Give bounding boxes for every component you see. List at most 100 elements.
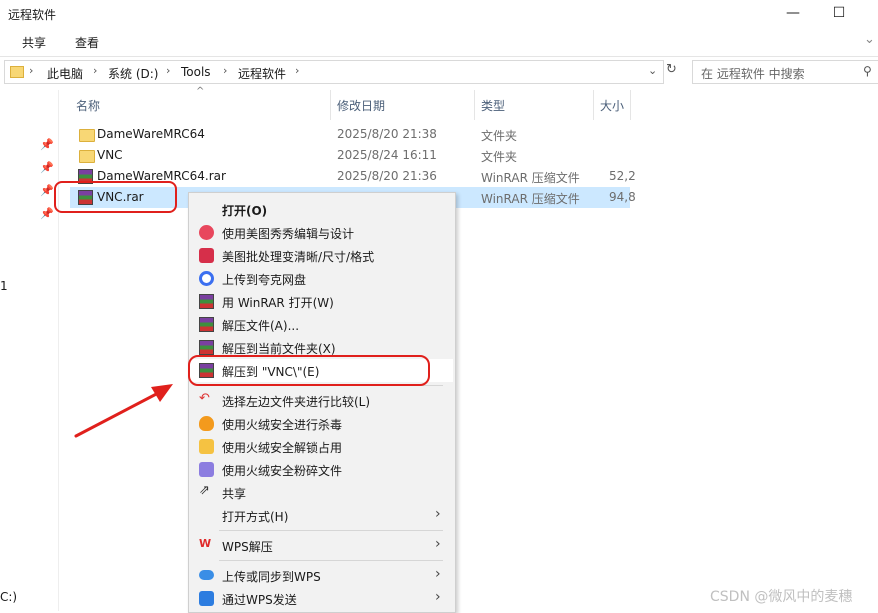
- maximize-button[interactable]: ☐: [816, 0, 862, 28]
- file-size: 94,8: [609, 190, 636, 204]
- menu-item-share[interactable]: ⇗ 共享: [189, 481, 453, 504]
- dropdown-icon[interactable]: ⌄: [648, 64, 657, 77]
- tab-view[interactable]: 查看: [75, 34, 99, 51]
- menu-item-extract-files[interactable]: 解压文件(A)...: [189, 313, 453, 336]
- sort-up-icon: ^: [196, 86, 205, 97]
- annotation-arrow-icon: [74, 384, 173, 438]
- menu-item-wps-send[interactable]: 通过WPS发送 ›: [189, 587, 453, 610]
- cloud-icon: [199, 570, 214, 580]
- pin-icon: 📌: [40, 207, 54, 220]
- ribbon-tabs: 共享 查看 ⌄: [0, 28, 878, 57]
- tab-share[interactable]: 共享: [22, 34, 46, 51]
- menu-item-label: 上传或同步到WPS: [222, 570, 321, 584]
- column-divider[interactable]: [474, 90, 475, 120]
- menu-item-label: 共享: [222, 487, 247, 501]
- menu-item-quark-upload[interactable]: 上传到夸克网盘: [189, 267, 453, 290]
- huorong-icon: [199, 416, 214, 431]
- title-bar: 远程软件 — ☐: [0, 0, 878, 28]
- menu-item-label: 美图批处理变清晰/尺寸/格式: [222, 250, 375, 264]
- column-divider[interactable]: [593, 90, 594, 120]
- chevron-right-icon: ›: [223, 64, 228, 77]
- context-menu: 打开(O) 使用美图秀秀编辑与设计 美图批处理变清晰/尺寸/格式 上传到夸克网盘…: [188, 192, 456, 613]
- menu-item-winrar-open[interactable]: 用 WinRAR 打开(W): [189, 290, 453, 313]
- wps-icon: W: [199, 537, 212, 550]
- menu-separator: [219, 560, 443, 561]
- menu-item-label: 上传到夸克网盘: [222, 273, 307, 287]
- file-date: 2025/8/20 21:36: [337, 169, 437, 183]
- column-type[interactable]: 类型: [481, 97, 505, 114]
- menu-item-wps-sync[interactable]: 上传或同步到WPS ›: [189, 564, 453, 587]
- chevron-right-icon: ›: [435, 506, 441, 522]
- winrar-icon: [199, 317, 214, 332]
- file-date: 2025/8/24 16:11: [337, 148, 437, 162]
- menu-item-compare[interactable]: ↶ 选择左边文件夹进行比较(L): [189, 389, 453, 412]
- crumb-tools[interactable]: Tools: [181, 65, 211, 79]
- chevron-right-icon: ›: [295, 64, 300, 77]
- column-divider[interactable]: [630, 90, 631, 120]
- search-box[interactable]: 在 远程软件 中搜索 ⚲: [692, 60, 878, 84]
- refresh-icon[interactable]: ↻: [666, 62, 677, 77]
- quark-icon: [199, 271, 214, 286]
- folder-icon: [79, 129, 95, 142]
- pin-icon: 📌: [40, 138, 54, 151]
- menu-item-label: 选择左边文件夹进行比较(L): [222, 395, 371, 409]
- menu-item-wps-extract[interactable]: W WPS解压 ›: [189, 534, 453, 557]
- address-bar[interactable]: › 此电脑 › 系统 (D:) › Tools › 远程软件 › ⌄: [4, 60, 664, 84]
- menu-item-meitu-edit[interactable]: 使用美图秀秀编辑与设计: [189, 221, 453, 244]
- menu-item-label: 打开(O): [222, 204, 268, 218]
- address-row: › 此电脑 › 系统 (D:) › Tools › 远程软件 › ⌄ ↻ 在 远…: [0, 58, 878, 88]
- winrar-icon: [199, 294, 214, 309]
- file-name: VNC: [97, 148, 123, 162]
- menu-item-open[interactable]: 打开(O): [189, 198, 453, 221]
- menu-item-label: 使用美图秀秀编辑与设计: [222, 227, 355, 241]
- menu-item-huorong-unlock[interactable]: 使用火绒安全解锁占用: [189, 435, 453, 458]
- compare-icon: ↶: [199, 391, 210, 406]
- column-divider[interactable]: [330, 90, 331, 120]
- nav-fragment[interactable]: C:): [0, 590, 17, 604]
- menu-item-huorong-scan[interactable]: 使用火绒安全进行杀毒: [189, 412, 453, 435]
- menu-item-label: 使用火绒安全进行杀毒: [222, 418, 343, 432]
- annotation-highlight-menu-item: [188, 355, 430, 386]
- menu-item-label: 使用火绒安全粉碎文件: [222, 464, 343, 478]
- pin-icon: 📌: [40, 184, 54, 197]
- nav-fragment[interactable]: 1: [0, 279, 8, 293]
- crumb-drive-d[interactable]: 系统 (D:): [108, 65, 158, 82]
- chevron-down-icon[interactable]: ⌄: [864, 32, 875, 47]
- menu-item-label: 通过WPS发送: [222, 593, 297, 607]
- search-icon[interactable]: ⚲: [863, 64, 872, 78]
- menu-item-huorong-shred[interactable]: 使用火绒安全粉碎文件: [189, 458, 453, 481]
- menu-item-label: 使用火绒安全解锁占用: [222, 441, 343, 455]
- file-row[interactable]: VNC 2025/8/24 16:11 文件夹: [70, 145, 630, 166]
- minimize-button[interactable]: —: [770, 0, 816, 28]
- column-date[interactable]: 修改日期: [337, 97, 385, 114]
- crumb-this-pc[interactable]: 此电脑: [47, 65, 83, 82]
- search-input[interactable]: 在 远程软件 中搜索: [701, 65, 805, 82]
- file-type: 文件夹: [481, 150, 518, 164]
- unlock-folder-icon: [199, 439, 214, 454]
- file-date: 2025/8/20 21:38: [337, 127, 437, 141]
- file-type: 文件夹: [481, 129, 518, 143]
- menu-item-label: 打开方式(H): [222, 510, 289, 524]
- column-size[interactable]: 大小: [600, 97, 624, 114]
- chevron-right-icon: ›: [435, 536, 441, 552]
- folder-icon: [10, 66, 24, 78]
- chevron-right-icon: ›: [435, 589, 441, 605]
- annotation-highlight-file: [54, 181, 177, 213]
- chevron-right-icon: ›: [166, 64, 171, 77]
- menu-item-label: 解压文件(A)...: [222, 319, 300, 333]
- column-name[interactable]: 名称: [76, 97, 100, 114]
- menu-separator: [219, 530, 443, 531]
- file-size: 52,2: [609, 169, 636, 183]
- navigation-pane: 📌 📌 📌 📌 1 C:): [0, 90, 59, 611]
- crumb-remote-software[interactable]: 远程软件: [238, 65, 286, 82]
- menu-item-label: 用 WinRAR 打开(W): [222, 296, 334, 310]
- menu-item-label: WPS解压: [222, 540, 273, 554]
- chevron-right-icon: ›: [93, 64, 98, 77]
- file-row[interactable]: DameWareMRC64 2025/8/20 21:38 文件夹: [70, 124, 630, 145]
- winrar-icon: [199, 340, 214, 355]
- share-icon: ⇗: [199, 483, 210, 498]
- menu-item-open-with[interactable]: 打开方式(H) ›: [189, 504, 453, 527]
- meitu-batch-icon: [199, 248, 214, 263]
- menu-item-meitu-batch[interactable]: 美图批处理变清晰/尺寸/格式: [189, 244, 453, 267]
- chevron-right-icon: ›: [29, 64, 34, 77]
